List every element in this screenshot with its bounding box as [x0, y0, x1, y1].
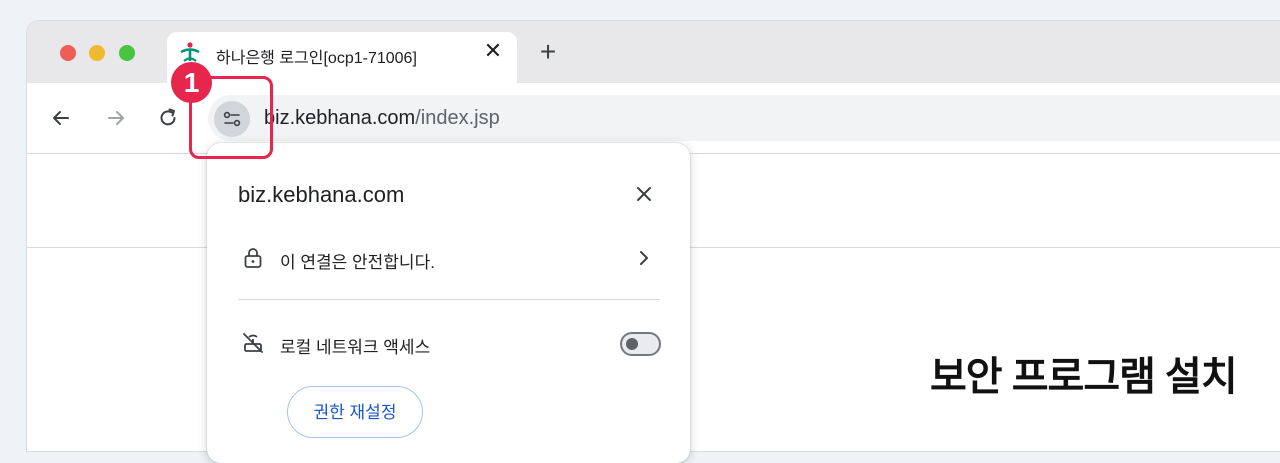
local-network-access-label: 로컬 네트워크 액세스	[280, 338, 431, 357]
lock-icon	[241, 246, 265, 270]
hana-bank-favicon-icon	[179, 41, 201, 63]
url-path: /index.jsp	[415, 107, 500, 129]
tab-close-icon[interactable]: ✕	[481, 39, 505, 63]
step-number-badge: 1	[171, 62, 212, 103]
tab-strip: 하나은행 로그인[ocp1-71006] ✕ +	[27, 21, 1280, 83]
popup-divider	[238, 299, 660, 300]
back-arrow-icon[interactable]	[49, 106, 73, 130]
page-heading: 보안 프로그램 설치	[930, 355, 1238, 399]
toggle-knob	[626, 338, 638, 350]
local-network-off-icon	[241, 331, 265, 355]
maximize-window-button[interactable]	[119, 45, 135, 61]
new-tab-button[interactable]: +	[535, 38, 561, 66]
connection-secure-item[interactable]: 이 연결은 안전합니다.	[280, 248, 435, 273]
popup-title: biz.kebhana.com	[238, 182, 405, 207]
tab-title: 하나은행 로그인[ocp1-71006]	[216, 50, 417, 67]
site-info-popup: biz.kebhana.com 이 연결은 안전합니다. 로컬 네트워크 액세스…	[207, 143, 690, 463]
reset-permissions-button[interactable]: 권한 재설정	[287, 386, 423, 438]
url-text[interactable]: biz.kebhana.com/index.jsp	[264, 107, 500, 130]
reload-icon[interactable]	[156, 106, 180, 130]
popup-close-icon[interactable]	[633, 183, 655, 205]
close-window-button[interactable]	[60, 45, 76, 61]
chevron-right-icon[interactable]	[633, 247, 655, 269]
url-domain: biz.kebhana.com	[264, 107, 416, 129]
minimize-window-button[interactable]	[89, 45, 105, 61]
local-network-toggle[interactable]	[620, 332, 661, 356]
address-bar[interactable]: biz.kebhana.com/index.jsp	[208, 95, 1280, 141]
forward-arrow-icon[interactable]	[104, 106, 128, 130]
